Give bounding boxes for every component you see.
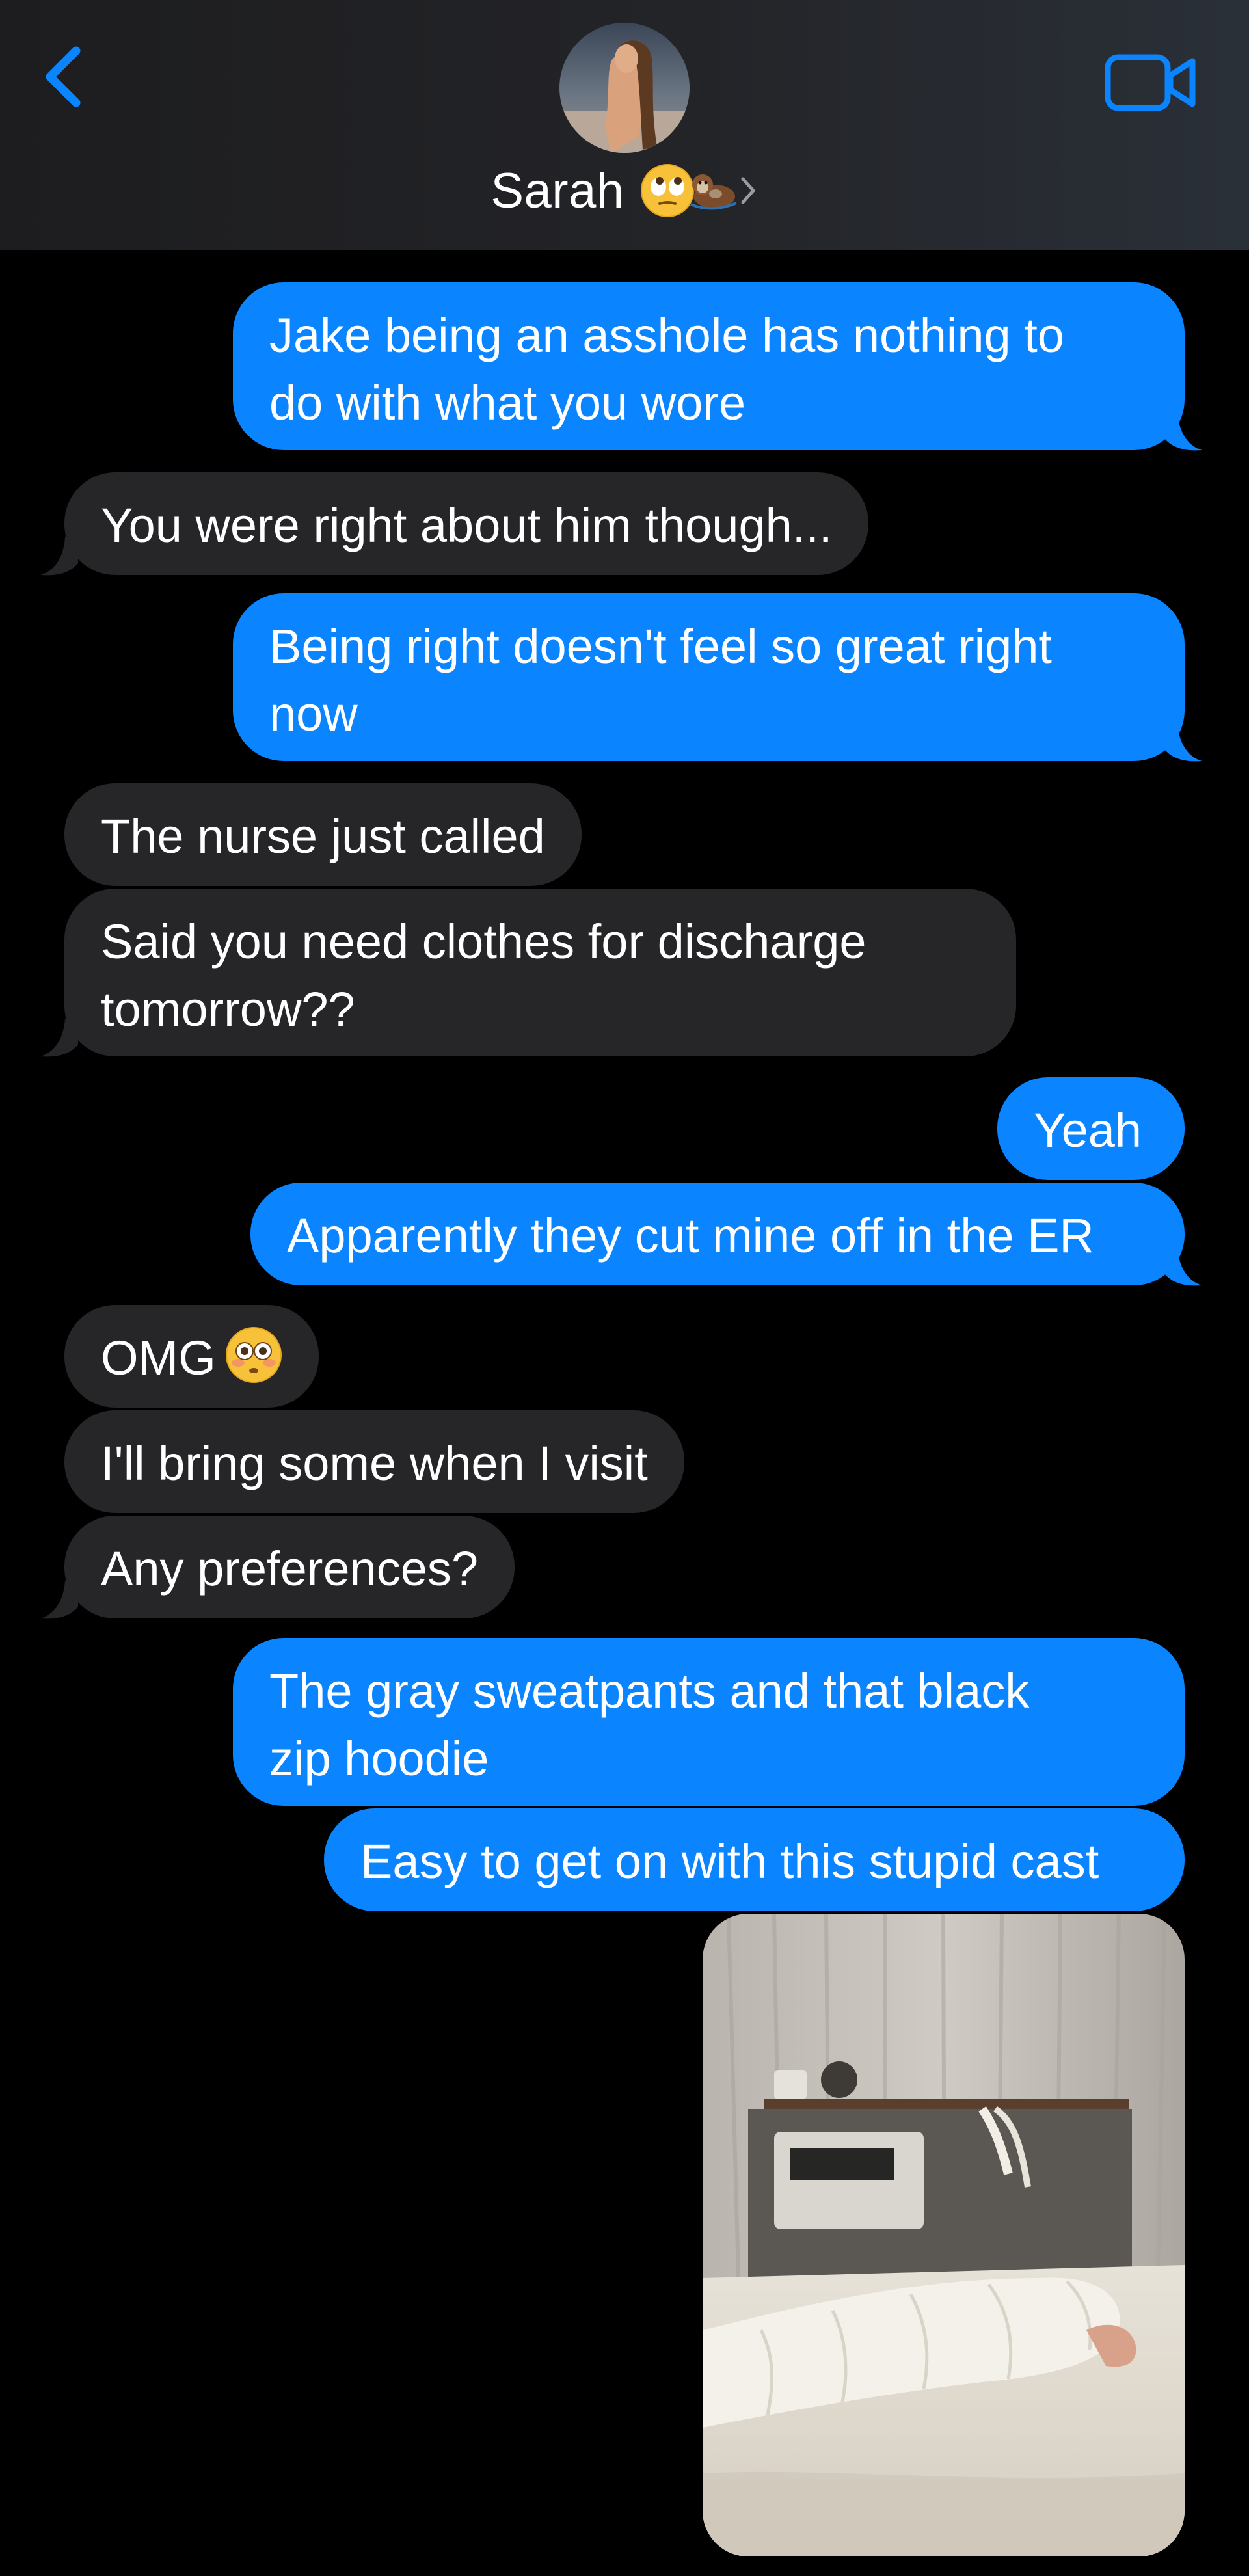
flushed-face-emoji-icon [225, 1327, 282, 1383]
back-button[interactable] [36, 39, 101, 117]
message-text-line: Being right doesn't feel so great right [269, 619, 1052, 673]
bubble-tail [1164, 1248, 1202, 1286]
avatar-photo [559, 23, 690, 153]
chevron-left-icon [46, 46, 81, 107]
video-camera-icon [1105, 54, 1196, 111]
received-message-bubble[interactable]: You were right about him though... [64, 472, 869, 575]
message-text: Apparently they cut mine off in the ER [287, 1209, 1094, 1263]
sent-message-bubble[interactable]: Being right doesn't feel so great right … [233, 593, 1185, 761]
message-text: Easy to get on with this stupid cast [360, 1834, 1099, 1888]
bubble-tail [1164, 723, 1202, 762]
conversation-header: Sarah [0, 0, 1249, 250]
received-message-bubble[interactable]: I'll bring some when I visit [64, 1410, 684, 1513]
message-text-line: Jake being an asshole has nothing to [269, 308, 1064, 362]
contact-name-row[interactable]: Sarah [0, 155, 1249, 226]
received-message-bubble[interactable]: Said you need clothes for discharge tomo… [64, 889, 1016, 1056]
messages-screen: Sarah Jake being an asshole has nothing … [0, 0, 1249, 2576]
received-message-bubble[interactable]: Any preferences? [64, 1516, 515, 1618]
photo-attachment[interactable] [703, 1914, 1185, 2556]
message-text-line: do with what you wore [269, 376, 746, 430]
message-text: The nurse just called [101, 809, 545, 863]
sent-message-bubble[interactable]: Jake being an asshole has nothing to do … [233, 282, 1185, 450]
message-text-line: zip hoodie [269, 1732, 489, 1786]
bubble-tail [40, 1581, 78, 1619]
bubble-tail [40, 1019, 78, 1057]
video-call-button[interactable] [1103, 47, 1200, 118]
received-message-bubble[interactable]: OMG [64, 1305, 319, 1408]
message-text-line: The gray sweatpants and that black [269, 1664, 1030, 1718]
message-text: You were right about him though... [101, 498, 833, 552]
bubble-tail [1164, 412, 1202, 451]
contact-avatar[interactable] [559, 23, 690, 153]
received-message-bubble[interactable]: The nurse just called [64, 783, 582, 886]
message-text-line: now [269, 687, 358, 741]
contact-name: Sarah [490, 163, 624, 219]
sent-message-bubble[interactable]: Yeah [997, 1077, 1185, 1180]
sent-message-bubble[interactable]: Easy to get on with this stupid cast [324, 1808, 1185, 1911]
bubble-tail [40, 537, 78, 576]
message-text-line: Said you need clothes for discharge [101, 915, 866, 969]
message-text: Yeah [1034, 1103, 1142, 1157]
message-text: Any preferences? [101, 1542, 479, 1596]
message-text: I'll bring some when I visit [101, 1436, 648, 1490]
hospital-cast-photo [703, 1914, 1185, 2556]
otter-emoji-icon [690, 174, 737, 210]
message-text: OMG [101, 1331, 216, 1385]
sent-message-bubble[interactable]: Apparently they cut mine off in the ER [250, 1183, 1185, 1285]
sent-message-bubble[interactable]: The gray sweatpants and that black zip h… [233, 1638, 1185, 1806]
message-text-line: tomorrow?? [101, 982, 355, 1036]
chevron-right-icon [741, 177, 755, 204]
